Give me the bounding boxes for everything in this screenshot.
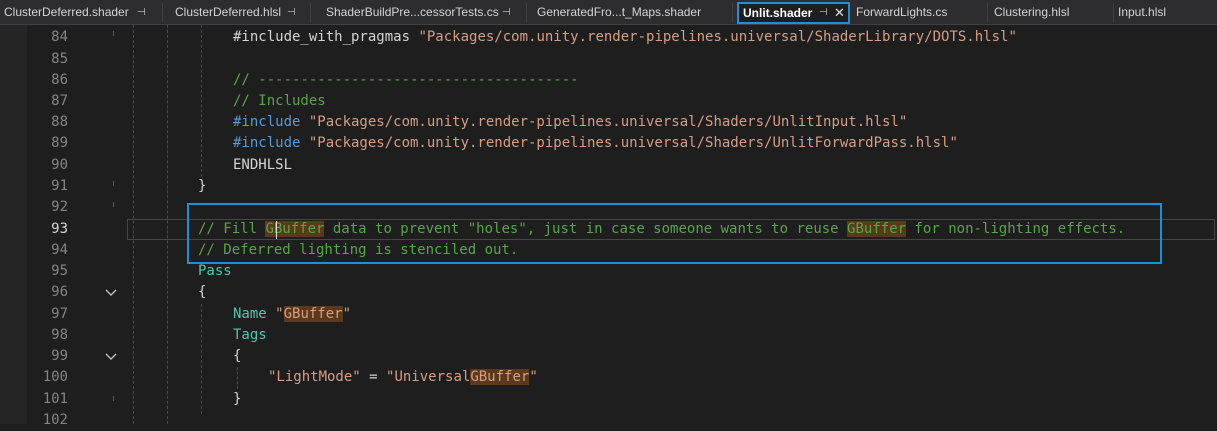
chevron-down-icon[interactable]	[104, 347, 118, 368]
endhlsl-keyword: ENDHLSL	[233, 157, 293, 173]
string-quote: "	[529, 369, 538, 385]
pass-keyword: Pass	[198, 263, 232, 279]
tab-label: Input.hlsl	[1118, 5, 1167, 19]
tab-shaderbuildpreprocessortests[interactable]: ShaderBuildPre...cessorTests.cs ⊣	[322, 3, 527, 22]
tab-forwardlights-cs[interactable]: ForwardLights.cs	[852, 3, 988, 22]
tab-clustering-hlsl[interactable]: Clustering.hlsl	[990, 3, 1114, 22]
preprocessor-directive: #include_with_pragmas	[233, 29, 419, 45]
opening-brace: {	[233, 348, 242, 364]
line-number: 97	[51, 306, 68, 322]
include-keyword: #include	[233, 135, 309, 151]
selection-box	[187, 203, 1162, 264]
tab-unlit-shader[interactable]: Unlit.shader ⊣ ✕	[737, 2, 850, 24]
comment: // Includes	[233, 93, 326, 109]
editor-tab-bar: ClusterDeferred.shader ⊣ ClusterDeferred…	[0, 0, 1217, 25]
line-number: 84	[51, 29, 68, 45]
tab-label: ClusterDeferred.hlsl	[175, 5, 282, 19]
string-literal: "Packages/com.unity.render-pipelines.uni…	[308, 135, 958, 151]
outline-marker	[113, 396, 114, 401]
code-line-89[interactable]: #include "Packages/com.unity.render-pipe…	[233, 133, 958, 154]
name-keyword: Name	[233, 306, 276, 322]
line-number: 92	[51, 199, 68, 215]
pin-icon[interactable]: ⊣	[287, 3, 296, 22]
word-highlight: GBuffer	[470, 369, 530, 385]
line-number: 99	[51, 348, 68, 364]
tab-label: Clustering.hlsl	[994, 5, 1070, 19]
closing-brace: }	[198, 178, 207, 194]
tab-label: ShaderBuildPre...cessorTests.cs	[326, 5, 499, 19]
comment: // -------------------------------------…	[233, 72, 579, 88]
operator: =	[360, 369, 387, 385]
tab-label: Unlit.shader	[743, 6, 813, 20]
opening-brace: {	[198, 284, 207, 300]
indent-guide	[237, 367, 238, 389]
code-line-99[interactable]: {	[233, 346, 241, 367]
line-number: 87	[51, 93, 68, 109]
code-line-86[interactable]: // -------------------------------------…	[233, 70, 579, 91]
pin-icon[interactable]: ⊣	[137, 3, 146, 22]
code-line-96[interactable]: {	[198, 282, 206, 303]
line-number: 89	[51, 135, 68, 151]
pin-icon[interactable]: ⊣	[819, 4, 828, 22]
chevron-down-icon[interactable]	[104, 283, 118, 304]
outline-marker	[113, 202, 114, 207]
tab-label: GeneratedFro...t_Maps.shader	[537, 5, 702, 19]
line-number-current: 93	[51, 221, 68, 237]
line-number: 85	[51, 51, 68, 67]
line-number: 98	[51, 327, 68, 343]
code-line-98[interactable]: Tags	[233, 325, 267, 346]
string-literal: "Universal	[386, 369, 471, 385]
indent-guide	[201, 25, 202, 177]
string-quote: "	[342, 306, 352, 322]
string-literal: "Packages/com.unity.render-pipelines.uni…	[308, 114, 908, 130]
outline-marker	[113, 31, 114, 36]
code-line-90[interactable]: ENDHLSL	[233, 155, 292, 176]
line-number: 96	[51, 284, 68, 300]
code-line-88[interactable]: #include "Packages/com.unity.render-pipe…	[233, 112, 907, 133]
line-number: 91	[51, 178, 68, 194]
code-line-97[interactable]: Name "GBuffer"	[233, 304, 351, 325]
line-number: 102	[42, 412, 68, 428]
string-quote: "	[275, 306, 284, 322]
indent-guide	[201, 304, 202, 414]
line-number: 90	[51, 157, 68, 173]
outline-marker	[113, 181, 114, 186]
editor-margin	[0, 25, 27, 424]
line-number: 88	[51, 114, 68, 130]
tab-generatedfrom-maps-shader[interactable]: GeneratedFro...t_Maps.shader	[533, 3, 733, 22]
pin-icon[interactable]: ⊣	[502, 3, 511, 22]
code-line-101[interactable]: }	[233, 389, 241, 410]
include-keyword: #include	[233, 114, 309, 130]
code-line-95[interactable]: Pass	[198, 261, 232, 282]
tags-keyword: Tags	[233, 327, 267, 343]
code-line-84[interactable]: #include_with_pragmas "Packages/com.unit…	[233, 27, 1017, 48]
close-icon[interactable]: ✕	[834, 4, 845, 22]
string-literal: "Packages/com.unity.render-pipelines.uni…	[418, 29, 1017, 45]
tab-clusterdeferred-hlsl[interactable]: ClusterDeferred.hlsl ⊣	[171, 3, 311, 22]
line-number: 101	[42, 391, 68, 407]
line-number: 95	[51, 263, 68, 279]
code-line-91[interactable]: }	[198, 176, 206, 197]
tab-input-hlsl[interactable]: Input.hlsl	[1114, 3, 1217, 22]
code-line-87[interactable]: // Includes	[233, 91, 326, 112]
closing-brace: }	[233, 391, 242, 407]
line-number: 86	[51, 72, 68, 88]
line-number: 94	[51, 242, 68, 258]
tab-label: ClusterDeferred.shader	[4, 5, 129, 19]
line-number: 100	[42, 369, 68, 385]
word-highlight: GBuffer	[283, 306, 343, 322]
code-line-100[interactable]: "LightMode" = "UniversalGBuffer"	[268, 367, 538, 388]
tab-label: ForwardLights.cs	[856, 5, 948, 19]
tab-clusterdeferred-shader[interactable]: ClusterDeferred.shader ⊣	[0, 3, 163, 22]
string-literal: "LightMode"	[268, 369, 361, 385]
